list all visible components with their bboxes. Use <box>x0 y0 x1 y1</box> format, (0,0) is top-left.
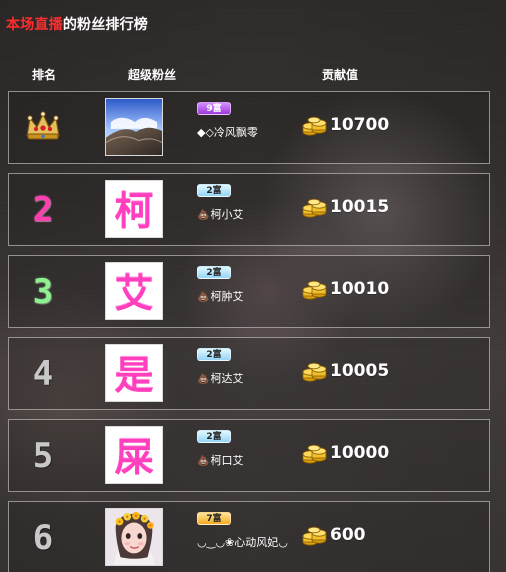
rank-number: 5 <box>32 435 54 476</box>
rank-badge: 6 <box>22 506 64 569</box>
page-title: 本场直播的粉丝排行榜 <box>6 14 148 34</box>
rank-number: 4 <box>32 353 54 394</box>
wealth-level-badge: 2富 <box>197 430 231 443</box>
table-row[interactable]: 5 屎 2富 💩柯口艾 10000 <box>8 419 490 492</box>
poop-icon: 💩 <box>197 210 210 221</box>
avatar[interactable] <box>105 98 163 156</box>
fan-name[interactable]: 💩柯达艾 <box>197 371 243 387</box>
wealth-level-badge: 2富 <box>197 348 231 361</box>
rank-badge <box>22 96 64 159</box>
avatar-letter: 是 <box>106 345 162 401</box>
contribution-value: 600 <box>330 525 366 545</box>
table-row[interactable]: 2 柯 2富 💩柯小艾 10015 <box>8 173 490 246</box>
contribution-value: 10700 <box>330 115 390 135</box>
rank-badge: 5 <box>22 424 64 487</box>
wealth-level-badge: 7富 <box>197 512 231 525</box>
table-row[interactable]: 6 7富 ◡‿◡❀心动风妃◡ 600 <box>8 501 490 572</box>
avatar-letter: 艾 <box>106 263 162 319</box>
fan-name[interactable]: ◆◇冷风飘零 <box>197 125 258 140</box>
contribution-value: 10005 <box>330 361 390 381</box>
rank-number: 2 <box>32 189 54 230</box>
avatar[interactable]: 艾 <box>105 262 163 320</box>
rank-badge: 4 <box>22 342 64 405</box>
avatar-letter: 屎 <box>106 427 162 483</box>
poop-icon: 💩 <box>197 374 210 385</box>
fan-name-text: ◆◇冷风飘零 <box>197 126 258 139</box>
rank-badge: 2 <box>22 178 64 241</box>
wealth-level-badge: 2富 <box>197 184 231 197</box>
table-row[interactable]: 4 是 2富 💩柯达艾 10005 <box>8 337 490 410</box>
fan-column-header: 超级粉丝 <box>128 68 177 82</box>
fan-name-text: 柯口艾 <box>210 454 244 467</box>
contribution-value: 10010 <box>330 279 390 299</box>
avatar[interactable]: 屎 <box>105 426 163 484</box>
rank-badge: 3 <box>22 260 64 323</box>
avatar[interactable] <box>105 508 163 566</box>
fan-name-text: 柯达艾 <box>210 372 244 385</box>
title-highlight: 本场直播 <box>6 17 63 33</box>
contribution-column-header: 贡献值 <box>322 68 359 82</box>
fan-name[interactable]: ◡‿◡❀心动风妃◡ <box>197 535 288 550</box>
fan-name-text: ◡‿◡❀心动风妃◡ <box>197 536 288 549</box>
fan-name[interactable]: 💩柯肿艾 <box>197 289 243 305</box>
fan-name[interactable]: 💩柯小艾 <box>197 207 243 223</box>
avatar-letter: 柯 <box>106 181 162 237</box>
table-row[interactable]: 9富 ◆◇冷风飘零 10700 <box>8 91 490 164</box>
fan-ranking-panel: 本场直播的粉丝排行榜 排名 超级粉丝 贡献值 9富 ◆◇冷风飘零 10700 2… <box>0 0 506 572</box>
poop-icon: 💩 <box>197 456 210 467</box>
rank-number: 3 <box>32 271 54 312</box>
fan-name-text: 柯肿艾 <box>210 290 244 303</box>
contribution-value: 10015 <box>330 197 390 217</box>
fan-name[interactable]: 💩柯口艾 <box>197 453 243 469</box>
wealth-level-badge: 9富 <box>197 102 231 115</box>
contribution-value: 10000 <box>330 443 390 463</box>
fan-name-text: 柯小艾 <box>210 208 244 221</box>
wealth-level-badge: 2富 <box>197 266 231 279</box>
rank-column-header: 排名 <box>32 68 57 82</box>
crown-icon <box>22 105 64 151</box>
title-rest: 的粉丝排行榜 <box>62 17 149 33</box>
avatar[interactable]: 是 <box>105 344 163 402</box>
ranking-list: 9富 ◆◇冷风飘零 10700 2 柯 2富 💩柯小艾 10015 3 艾 2富… <box>8 91 490 572</box>
rank-number: 6 <box>32 517 54 558</box>
avatar[interactable]: 柯 <box>105 180 163 238</box>
poop-icon: 💩 <box>197 292 210 303</box>
table-row[interactable]: 3 艾 2富 💩柯肿艾 10010 <box>8 255 490 328</box>
